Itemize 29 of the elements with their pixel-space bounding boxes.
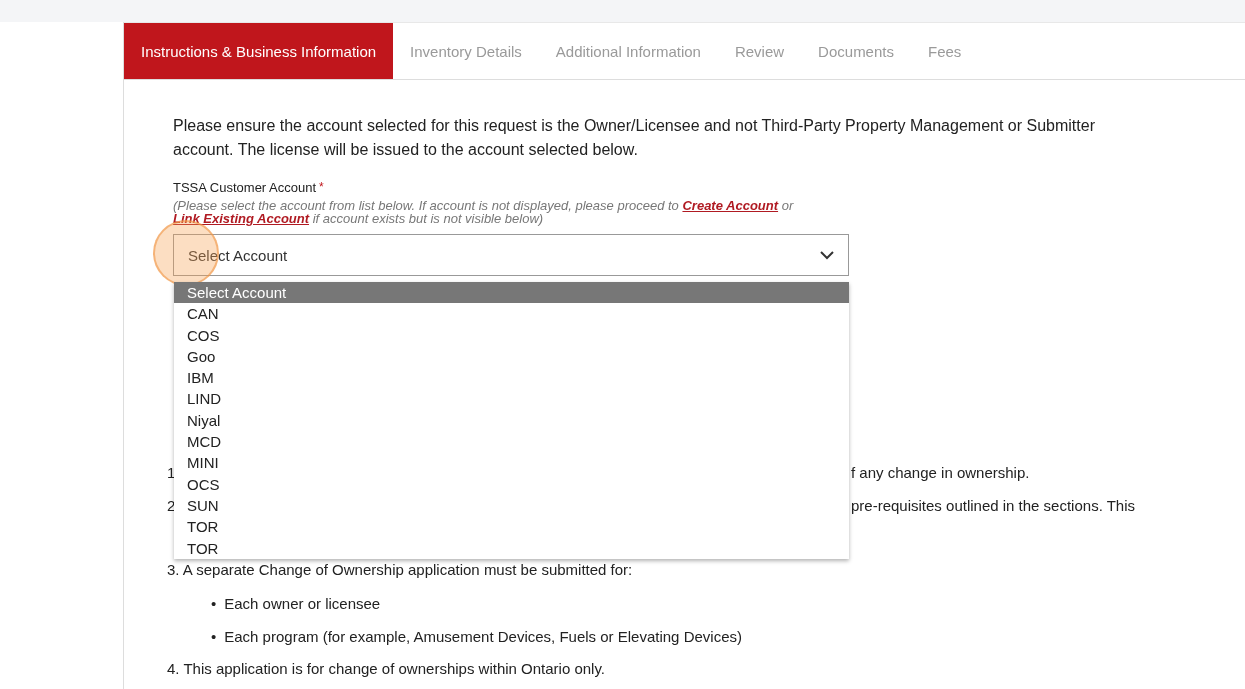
instruction-text: f any change in ownership. [851,464,1030,481]
dropdown-option[interactable]: MINI [174,452,849,474]
field-label: TSSA Customer Account [173,180,317,195]
bullet-item: Each owner or licensee [224,593,381,614]
instruction-text: 4. This application is for change of ownerships within Ontario only. [167,659,605,679]
chevron-down-icon [820,250,834,260]
dropdown-option[interactable]: SUN [174,494,849,517]
dropdown-option[interactable]: OCS [174,473,849,495]
instruction-text: 3. A separate Change of Ownership application must be submitted for: [167,560,633,580]
dropdown-option[interactable]: LIND [174,388,849,410]
instruction-text: pre-requisites outlined in the sections. This [851,497,1136,514]
bullet-mark: • [211,593,217,614]
dropdown-option[interactable]: COS [174,324,849,346]
account-dropdown[interactable]: Select Account [173,234,849,276]
dropdown-option[interactable]: CAN [174,303,849,325]
list-number: 2 [167,497,176,514]
dropdown-option[interactable]: Niyal [174,409,849,432]
dropdown-option[interactable]: TOR [174,537,849,559]
required-mark: * [319,180,324,194]
bullet-item: Each program (for example, Amusement Devices, Fuels or Elevating Devices) [224,626,742,647]
dropdown-option[interactable]: TOR [174,516,849,538]
tab[interactable]: Instructions & Business Information [124,23,394,79]
bullet-mark: • [211,626,217,647]
dropdown-option[interactable]: IBM [174,367,849,389]
dropdown-option[interactable]: MCD [174,431,849,453]
dropdown-option[interactable]: Select Account [174,282,849,304]
intro-paragraph: Please ensure the account selected for this request is the Owner/Licensee and not Third-Party Property Management or Submitter account. The license will be issued to the account selected below. [173,116,1096,160]
link[interactable]: Create Account [682,198,779,213]
dropdown-option[interactable]: Goo [174,345,849,368]
